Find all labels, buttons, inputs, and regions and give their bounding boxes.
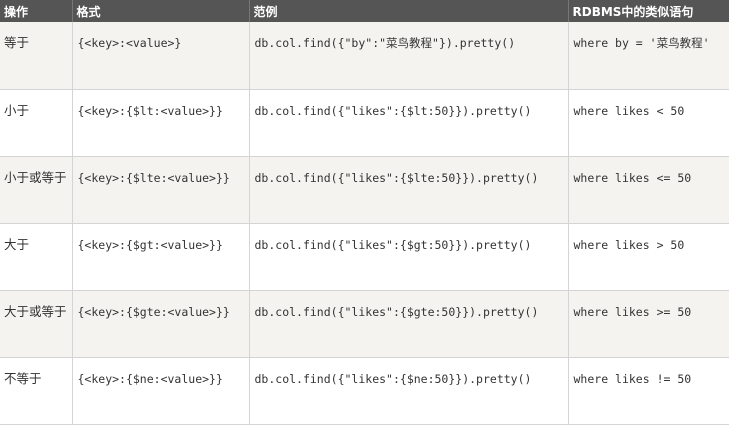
cell-operation: 不等于 bbox=[0, 357, 72, 425]
header-example: 范例 bbox=[249, 0, 569, 22]
cell-format: {<key>:<value>} bbox=[71, 22, 249, 90]
cell-format: {<key>:{$lte:<value>}} bbox=[71, 156, 249, 224]
cell-operation: 等于 bbox=[0, 22, 72, 90]
cell-example: db.col.find({"likes":{$lte:50}}).pretty(… bbox=[248, 156, 568, 224]
table-row: 等于 {<key>:<value>} db.col.find({"by":"菜鸟… bbox=[0, 22, 729, 90]
cell-sql: where likes != 50 bbox=[567, 357, 729, 425]
cell-example: db.col.find({"likes":{$gte:50}}).pretty(… bbox=[248, 290, 568, 358]
cell-operation: 小于或等于 bbox=[0, 156, 72, 224]
table-row: 小于 {<key>:{$lt:<value>}} db.col.find({"l… bbox=[0, 89, 729, 157]
cell-format: {<key>:{$gt:<value>}} bbox=[71, 223, 249, 291]
cell-operation: 小于 bbox=[0, 89, 72, 157]
header-operation: 操作 bbox=[0, 0, 73, 22]
cell-operation: 大于或等于 bbox=[0, 290, 72, 358]
cell-sql: where by = '菜鸟教程' bbox=[567, 22, 729, 90]
cell-sql: where likes < 50 bbox=[567, 89, 729, 157]
table-row: 小于或等于 {<key>:{$lte:<value>}} db.col.find… bbox=[0, 156, 729, 224]
cell-operation: 大于 bbox=[0, 223, 72, 291]
operators-table: 操作 格式 范例 RDBMS中的类似语句 等于 {<key>:<value>} … bbox=[0, 0, 729, 425]
cell-format: {<key>:{$ne:<value>}} bbox=[71, 357, 249, 425]
table-row: 大于或等于 {<key>:{$gte:<value>}} db.col.find… bbox=[0, 290, 729, 358]
cell-example: db.col.find({"likes":{$lt:50}}).pretty() bbox=[248, 89, 568, 157]
cell-format: {<key>:{$lt:<value>}} bbox=[71, 89, 249, 157]
header-row: 操作 格式 范例 RDBMS中的类似语句 bbox=[0, 0, 729, 22]
cell-format: {<key>:{$gte:<value>}} bbox=[71, 290, 249, 358]
cell-example: db.col.find({"likes":{$ne:50}}).pretty() bbox=[248, 357, 568, 425]
cell-sql: where likes > 50 bbox=[567, 223, 729, 291]
cell-example: db.col.find({"by":"菜鸟教程"}).pretty() bbox=[248, 22, 568, 90]
cell-example: db.col.find({"likes":{$gt:50}}).pretty() bbox=[248, 223, 568, 291]
table-row: 大于 {<key>:{$gt:<value>}} db.col.find({"l… bbox=[0, 223, 729, 291]
table-body: 等于 {<key>:<value>} db.col.find({"by":"菜鸟… bbox=[0, 22, 729, 425]
header-rdbms-equivalent: RDBMS中的类似语句 bbox=[568, 0, 729, 22]
header-format: 格式 bbox=[72, 0, 250, 22]
cell-sql: where likes <= 50 bbox=[567, 156, 729, 224]
table-row: 不等于 {<key>:{$ne:<value>}} db.col.find({"… bbox=[0, 357, 729, 425]
table-header: 操作 格式 范例 RDBMS中的类似语句 bbox=[0, 0, 729, 22]
cell-sql: where likes >= 50 bbox=[567, 290, 729, 358]
